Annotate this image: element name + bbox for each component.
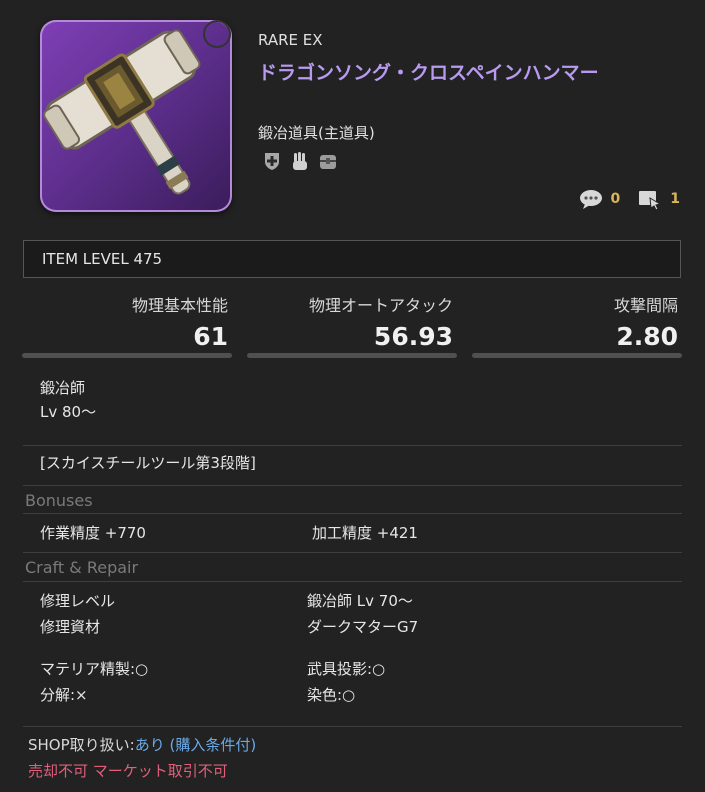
job-name: 鍛冶師 [40,379,86,397]
edit-icon[interactable] [638,188,662,211]
stat-physical-damage: 物理基本性能 61 [22,292,232,358]
stat-bar [22,353,232,358]
stat-bar [472,353,682,358]
item-level: ITEM LEVEL 475 [23,240,681,278]
divider [23,445,682,446]
stat-value: 2.80 [616,322,678,351]
repair-level-value: 鍛冶師 Lv 70〜 [307,592,413,610]
item-icon [40,20,232,212]
bonus-left: 作業精度 +770 [40,524,146,542]
divider [23,726,682,727]
shop-available-link[interactable]: あり [135,736,165,754]
job-requirement: 鍛冶師 Lv 80〜 [40,376,96,424]
hammer-icon [43,29,201,195]
item-rarity: RARE EX [258,31,323,49]
item-category: 鍛冶道具(主道具) [258,124,375,142]
edits-count: 1 [670,191,680,207]
stat-label: 攻撃間隔 [613,296,678,315]
shield-cross-icon [262,151,282,171]
job-level: Lv 80〜 [40,403,97,421]
divider [23,552,682,553]
repair-material-label: 修理資材 [40,618,101,636]
stat-auto-attack: 物理オートアタック 56.93 [247,292,457,358]
stat-delay: 攻撃間隔 2.80 [472,292,682,358]
repair-level-label: 修理レベル [40,592,116,610]
comment-icon[interactable] [579,188,603,210]
item-series: [スカイスチールツール第3段階] [40,454,256,472]
stat-value: 56.93 [373,322,453,351]
repair-material-value: ダークマターG7 [307,618,419,636]
divider [23,485,682,486]
craft-repair-title: Craft & Repair [25,558,139,577]
stat-bar [247,353,457,358]
divider [23,581,682,582]
bonus-right: 加工精度 +421 [312,524,418,542]
divider [23,513,682,514]
chest-icon [318,151,338,171]
select-circle[interactable] [203,20,231,48]
counters: 0 1 [579,188,680,211]
shop-prefix: SHOP取り扱い: [28,736,135,754]
class-icons [262,151,338,171]
hand-icon [290,151,310,171]
shop-info: SHOP取り扱い:あり (購入条件付) [28,734,256,755]
dye-status: 染色:○ [307,686,356,704]
shop-condition-link[interactable]: (購入条件付) [170,736,257,754]
trade-restriction: 売却不可 マーケット取引不可 [28,762,228,780]
desynth-status: 分解:× [40,686,88,704]
stat-value: 61 [193,322,228,351]
glamour-status: 武具投影:○ [307,660,386,678]
stat-label: 物理基本性能 [131,296,228,315]
bonuses-title: Bonuses [25,491,93,510]
materia-status: マテリア精製:○ [40,660,149,678]
comments-count: 0 [610,191,621,207]
item-name: ドラゴンソング・クロスペインハンマー [258,62,599,84]
stat-label: 物理オートアタック [308,296,453,315]
